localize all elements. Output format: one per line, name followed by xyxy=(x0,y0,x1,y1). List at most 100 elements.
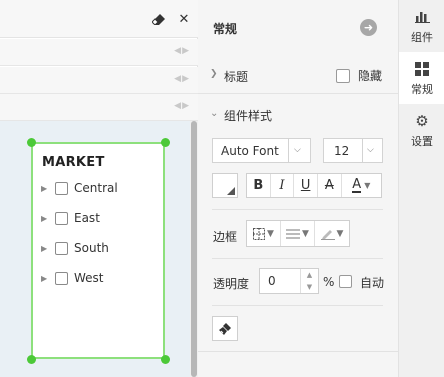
chevron-down-icon[interactable]: ⌄ xyxy=(210,108,218,119)
border-line-button[interactable]: ▼ xyxy=(281,221,315,246)
font-size-value: 12 xyxy=(334,144,350,158)
widget-title: MARKET xyxy=(42,155,105,170)
italic-button[interactable]: I xyxy=(271,174,295,197)
tree-item-label: West xyxy=(74,271,104,285)
grid-icon xyxy=(415,61,429,77)
close-icon[interactable]: ✕ xyxy=(177,12,191,27)
tree-item[interactable]: ▶ South xyxy=(41,239,109,257)
row-nav-arrows-icon[interactable]: ◀▶ xyxy=(174,101,190,111)
opacity-stepper[interactable]: ▲ ▼ xyxy=(300,269,318,293)
tree-item[interactable]: ▶ West xyxy=(41,269,104,287)
chevron-down-icon[interactable]: ⌵ xyxy=(367,145,374,155)
gear-icon: ⚙ xyxy=(415,112,429,130)
tree-item-checkbox[interactable] xyxy=(55,271,68,285)
auto-opacity-checkbox[interactable] xyxy=(339,275,352,288)
font-family-select[interactable]: Auto Font ⌵ xyxy=(212,138,311,163)
property-row: ◀▶ xyxy=(0,67,198,94)
hide-checkbox[interactable] xyxy=(335,68,350,83)
background-color-picker[interactable] xyxy=(212,173,238,198)
expand-arrow-icon[interactable]: ▶ xyxy=(41,184,47,193)
tab-general[interactable]: 常规 xyxy=(399,52,444,104)
expand-arrow-icon[interactable]: ▶ xyxy=(41,274,47,283)
row-nav-arrows-icon[interactable]: ◀▶ xyxy=(174,74,190,84)
component-style-label: 组件样式 xyxy=(224,109,273,123)
property-row: ◀▶ xyxy=(0,39,198,66)
vertical-scrollbar-thumb[interactable] xyxy=(191,121,197,377)
chevron-right-icon[interactable]: ❯ xyxy=(210,69,218,79)
opacity-unit: % xyxy=(323,275,335,289)
row-nav-arrows-icon[interactable]: ◀▶ xyxy=(174,46,190,56)
border-style-button[interactable]: ▼ xyxy=(247,221,281,246)
resize-handle[interactable] xyxy=(27,138,36,147)
title-section-label: 标题 xyxy=(224,70,249,84)
chevron-down-icon[interactable]: ⌵ xyxy=(294,145,301,155)
border-label: 边框 xyxy=(213,230,238,244)
editor-area: ✕ ◀▶ ◀▶ ◀▶ MARKET ▶ Central ▶ East ▶ Sou… xyxy=(0,0,198,377)
resize-handle[interactable] xyxy=(161,355,170,364)
properties-panel: 常规 ➜ ❯ 标题 隐藏 ⌄ 组件样式 Auto Font ⌵ 12 ⌵ B I… xyxy=(198,0,398,377)
border-color-button[interactable]: ▼ xyxy=(315,221,349,246)
panel-title: 常规 xyxy=(213,22,238,36)
underline-button[interactable]: U xyxy=(294,174,318,197)
tree-item-checkbox[interactable] xyxy=(55,181,68,195)
caret-down-icon[interactable]: ▼ xyxy=(364,181,370,190)
tree-item[interactable]: ▶ Central xyxy=(41,179,118,197)
strikethrough-button[interactable]: A xyxy=(318,174,342,197)
font-size-select[interactable]: 12 ⌵ xyxy=(323,138,383,163)
font-color-button[interactable]: A ▼ xyxy=(342,174,381,197)
hide-toggle[interactable]: 隐藏 xyxy=(335,67,382,84)
tree-item-checkbox[interactable] xyxy=(55,241,68,255)
caret-down-icon: ▼ xyxy=(302,228,309,239)
editor-toolbar: ✕ xyxy=(0,0,198,38)
eraser-icon[interactable] xyxy=(151,12,165,26)
divider xyxy=(212,305,383,306)
resize-handle[interactable] xyxy=(27,355,36,364)
resize-handle[interactable] xyxy=(161,138,170,147)
side-tab-strip: 组件 常规 ⚙ 设置 xyxy=(398,0,444,377)
opacity-input[interactable]: 0 ▲ ▼ xyxy=(259,268,319,294)
tree-item-checkbox[interactable] xyxy=(55,211,68,225)
bar-chart-icon xyxy=(414,9,430,25)
title-section-row[interactable]: ❯ 标题 隐藏 xyxy=(198,56,398,94)
hide-label: 隐藏 xyxy=(357,69,382,83)
font-family-value: Auto Font xyxy=(221,144,279,158)
divider xyxy=(212,209,383,210)
tab-settings[interactable]: ⚙ 设置 xyxy=(399,104,444,156)
stepper-down-icon[interactable]: ▼ xyxy=(307,283,312,291)
tree-item-label: East xyxy=(74,211,100,225)
format-painter-button[interactable] xyxy=(212,316,238,341)
divider xyxy=(212,258,383,259)
tab-label: 设置 xyxy=(411,135,433,148)
bold-button[interactable]: B xyxy=(247,174,271,197)
font-color-label: A xyxy=(352,177,362,193)
tree-filter-widget[interactable]: MARKET ▶ Central ▶ East ▶ South ▶ West xyxy=(31,142,165,359)
expand-arrow-icon[interactable]: ▶ xyxy=(41,214,47,223)
property-row: ◀▶ xyxy=(0,94,198,121)
panel-footer xyxy=(198,351,398,377)
tree-item[interactable]: ▶ East xyxy=(41,209,100,227)
caret-down-icon: ▼ xyxy=(267,228,274,239)
tab-label: 组件 xyxy=(411,31,433,44)
tree-item-label: Central xyxy=(74,181,118,195)
tab-label: 常规 xyxy=(411,83,433,96)
component-style-section-row[interactable]: ⌄ 组件样式 xyxy=(198,95,398,133)
text-format-toolbar: B I U A A ▼ xyxy=(246,173,382,198)
auto-opacity-label: 自动 xyxy=(360,276,385,290)
opacity-label: 透明度 xyxy=(213,277,250,291)
caret-down-icon: ▼ xyxy=(336,228,344,239)
expand-arrow-icon[interactable]: ▶ xyxy=(41,244,47,253)
panel-header: 常规 ➜ xyxy=(198,0,398,56)
pencil-icon xyxy=(320,229,335,240)
line-style-icon xyxy=(286,229,301,238)
format-brush-icon xyxy=(219,322,231,335)
color-swatch-corner-icon xyxy=(227,187,235,195)
opacity-value: 0 xyxy=(268,274,276,288)
stepper-up-icon[interactable]: ▲ xyxy=(307,271,312,279)
arrow-right-circle-icon[interactable]: ➜ xyxy=(360,19,377,36)
border-toolbar: ▼ ▼ ▼ xyxy=(246,220,350,247)
dropdown-divider xyxy=(362,139,363,162)
dropdown-divider xyxy=(288,139,289,162)
tree-item-label: South xyxy=(74,241,109,255)
border-grid-icon xyxy=(253,227,266,240)
tab-components[interactable]: 组件 xyxy=(399,0,444,52)
